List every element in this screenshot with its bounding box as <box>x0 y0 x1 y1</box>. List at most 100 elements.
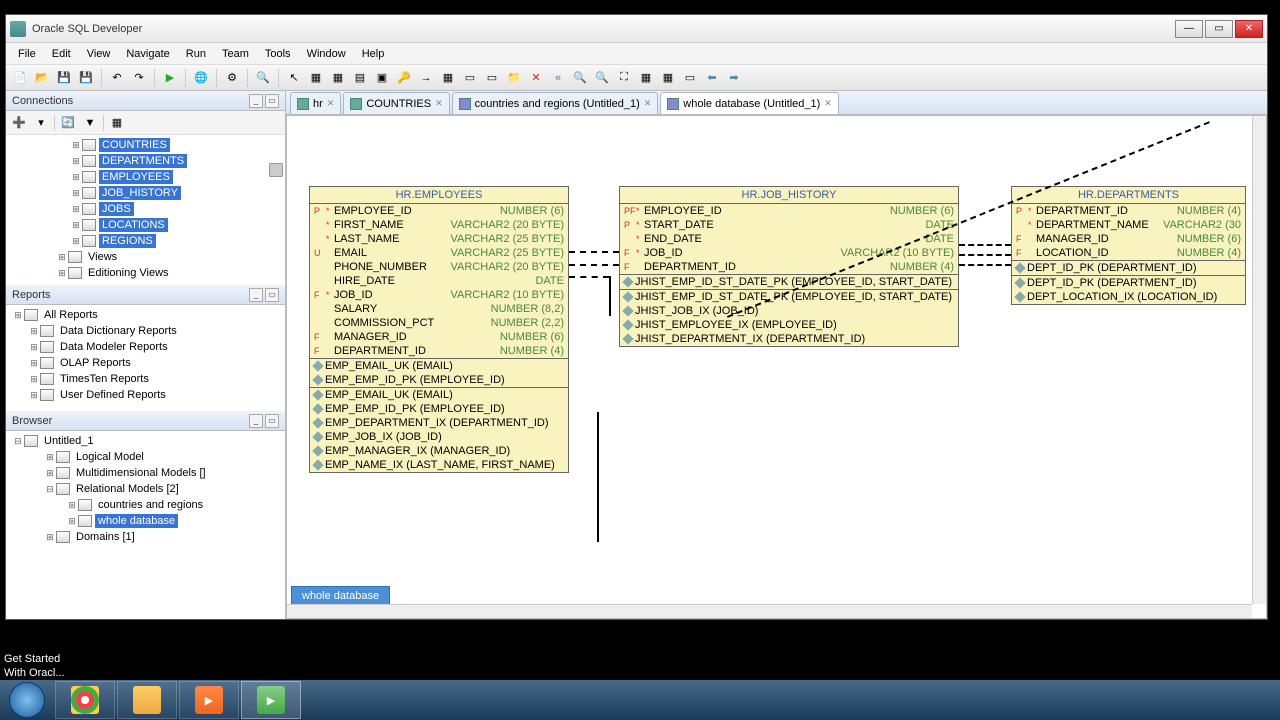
layout-icon[interactable]: ▦ <box>438 68 458 88</box>
schema-icon[interactable]: ▦ <box>108 114 126 132</box>
arrow-icon[interactable]: → <box>416 68 436 88</box>
browser-header[interactable]: Browser _▭ <box>6 411 285 431</box>
tree-item[interactable]: ⊞Multidimensional Models [] <box>8 465 283 481</box>
tree-item[interactable]: ⊞Data Dictionary Reports <box>8 323 283 339</box>
tree-item[interactable]: ⊞COUNTRIES <box>8 137 283 153</box>
key-icon[interactable]: 🔑 <box>394 68 414 88</box>
forward-icon[interactable]: ➡ <box>724 68 744 88</box>
tree-item[interactable]: ⊞Domains [1] <box>8 529 283 545</box>
save-icon[interactable]: 💾 <box>54 68 74 88</box>
split-icon[interactable]: ▤ <box>350 68 370 88</box>
display-icon[interactable]: ▦ <box>658 68 678 88</box>
tree-item[interactable]: ⊞EMPLOYEES <box>8 169 283 185</box>
entity-employees[interactable]: HR.EMPLOYEES P*EMPLOYEE_IDNUMBER (6)*FIR… <box>309 186 569 473</box>
taskbar-media[interactable]: ▶ <box>179 681 239 719</box>
panel-min-icon[interactable]: _ <box>249 94 263 108</box>
back-icon[interactable]: ⬅ <box>702 68 722 88</box>
image-icon[interactable]: ▭ <box>482 68 502 88</box>
globe-icon[interactable]: 🌐 <box>191 68 211 88</box>
tree-item[interactable]: ⊞OLAP Reports <box>8 355 283 371</box>
document-tab[interactable]: whole database (Untitled_1)✕ <box>660 92 839 114</box>
open-icon[interactable]: 📂 <box>32 68 52 88</box>
tree-item[interactable]: ⊞Editioning Views <box>8 265 283 281</box>
tree-item[interactable]: ⊞LOCATIONS <box>8 217 283 233</box>
tab-close-icon[interactable]: ✕ <box>435 98 443 109</box>
entity-departments[interactable]: HR.DEPARTMENTS P*DEPARTMENT_IDNUMBER (4)… <box>1011 186 1246 305</box>
zoomout-icon[interactable]: 🔍 <box>592 68 612 88</box>
maximize-button[interactable]: ▭ <box>1205 20 1233 38</box>
run-icon[interactable]: ▶ <box>160 68 180 88</box>
taskbar-explorer[interactable] <box>117 681 177 719</box>
menu-window[interactable]: Window <box>299 45 354 63</box>
redo-icon[interactable]: ↷ <box>129 68 149 88</box>
close-button[interactable]: ✕ <box>1235 20 1263 38</box>
menu-run[interactable]: Run <box>178 45 214 63</box>
tree-item[interactable]: ⊞countries and regions <box>8 497 283 513</box>
tree-item[interactable]: ⊞User Defined Reports <box>8 387 283 403</box>
connections-header[interactable]: Connections _▭ <box>6 91 285 111</box>
document-tab[interactable]: COUNTRIES✕ <box>343 92 449 114</box>
fit-icon[interactable]: ⛶ <box>614 68 634 88</box>
delete-icon[interactable]: ✕ <box>526 68 546 88</box>
tree-item[interactable]: ⊞REGIONS <box>8 233 283 249</box>
filter-icon[interactable]: ▼ <box>81 114 99 132</box>
menu-navigate[interactable]: Navigate <box>118 45 177 63</box>
tree-item[interactable]: ⊞Data Modeler Reports <box>8 339 283 355</box>
document-tab[interactable]: countries and regions (Untitled_1)✕ <box>452 92 659 114</box>
panel-min-icon[interactable]: _ <box>249 288 263 302</box>
undo-icon[interactable]: ↶ <box>107 68 127 88</box>
tab-close-icon[interactable]: ✕ <box>644 98 652 109</box>
connections-tree[interactable]: ⊞COUNTRIES⊞DEPARTMENTS⊞EMPLOYEES⊞JOB_HIS… <box>6 135 285 285</box>
view-icon[interactable]: ▦ <box>328 68 348 88</box>
entity-job-history[interactable]: HR.JOB_HISTORY PF*EMPLOYEE_IDNUMBER (6)P… <box>619 186 959 347</box>
browser-tree[interactable]: ⊟Untitled_1⊞Logical Model⊞Multidimension… <box>6 431 285 619</box>
menu-file[interactable]: File <box>10 45 44 63</box>
tree-item[interactable]: ⊞Logical Model <box>8 449 283 465</box>
refresh-conn-icon[interactable]: 🔄 <box>59 114 77 132</box>
tree-item[interactable]: ⊞Views <box>8 249 283 265</box>
panel-max-icon[interactable]: ▭ <box>265 414 279 428</box>
panel-max-icon[interactable]: ▭ <box>265 94 279 108</box>
taskbar-chrome[interactable] <box>55 681 115 719</box>
tree-item[interactable]: ⊞JOB_HISTORY <box>8 185 283 201</box>
scrollbar-vertical[interactable] <box>1252 116 1266 604</box>
reports-tree[interactable]: ⊞All Reports⊞Data Dictionary Reports⊞Dat… <box>6 305 285 411</box>
tree-item[interactable]: ⊞whole database <box>8 513 283 529</box>
tree-item[interactable]: ⊞All Reports <box>8 307 283 323</box>
folder-icon[interactable]: 📁 <box>504 68 524 88</box>
taskbar[interactable]: ▶ ▶ <box>0 680 1280 720</box>
panel-min-icon[interactable]: _ <box>249 414 263 428</box>
new-icon[interactable]: 📄 <box>10 68 30 88</box>
saveall-icon[interactable]: 💾 <box>76 68 96 88</box>
menu-help[interactable]: Help <box>354 45 393 63</box>
diagram-canvas[interactable]: HR.EMPLOYEES P*EMPLOYEE_IDNUMBER (6)*FIR… <box>286 115 1267 619</box>
grid-icon[interactable]: ▦ <box>306 68 326 88</box>
scrollbar-thumb[interactable] <box>269 163 283 177</box>
tree-item[interactable]: ⊞JOBS <box>8 201 283 217</box>
new-conn-icon[interactable]: ➕ <box>10 114 28 132</box>
canvas-tab[interactable]: whole database <box>291 586 390 606</box>
tree-item[interactable]: ⊞DEPARTMENTS <box>8 153 283 169</box>
menu-edit[interactable]: Edit <box>44 45 79 63</box>
tree-item[interactable]: ⊟Untitled_1 <box>8 433 283 449</box>
start-button[interactable] <box>0 680 54 720</box>
tab-close-icon[interactable]: ✕ <box>824 98 832 109</box>
taskbar-sqldeveloper[interactable]: ▶ <box>241 681 301 719</box>
tree-item[interactable]: ⊟Relational Models [2] <box>8 481 283 497</box>
reports-header[interactable]: Reports _▭ <box>6 285 285 305</box>
titlebar[interactable]: Oracle SQL Developer — ▭ ✕ <box>6 15 1267 43</box>
find-icon[interactable]: 🔍 <box>253 68 273 88</box>
toggle-icon[interactable]: ▭ <box>680 68 700 88</box>
menu-team[interactable]: Team <box>214 45 257 63</box>
cursor-icon[interactable]: ↖ <box>284 68 304 88</box>
sql-icon[interactable]: ⚙ <box>222 68 242 88</box>
document-tab[interactable]: hr✕ <box>290 92 341 114</box>
zoomin-icon[interactable]: 🔍 <box>570 68 590 88</box>
scrollbar-horizontal[interactable] <box>287 604 1252 618</box>
subview-icon[interactable]: ▦ <box>636 68 656 88</box>
menu-view[interactable]: View <box>79 45 119 63</box>
first-icon[interactable]: « <box>548 68 568 88</box>
conn-icon[interactable]: ▾ <box>32 114 50 132</box>
region-icon[interactable]: ▣ <box>372 68 392 88</box>
note-icon[interactable]: ▭ <box>460 68 480 88</box>
